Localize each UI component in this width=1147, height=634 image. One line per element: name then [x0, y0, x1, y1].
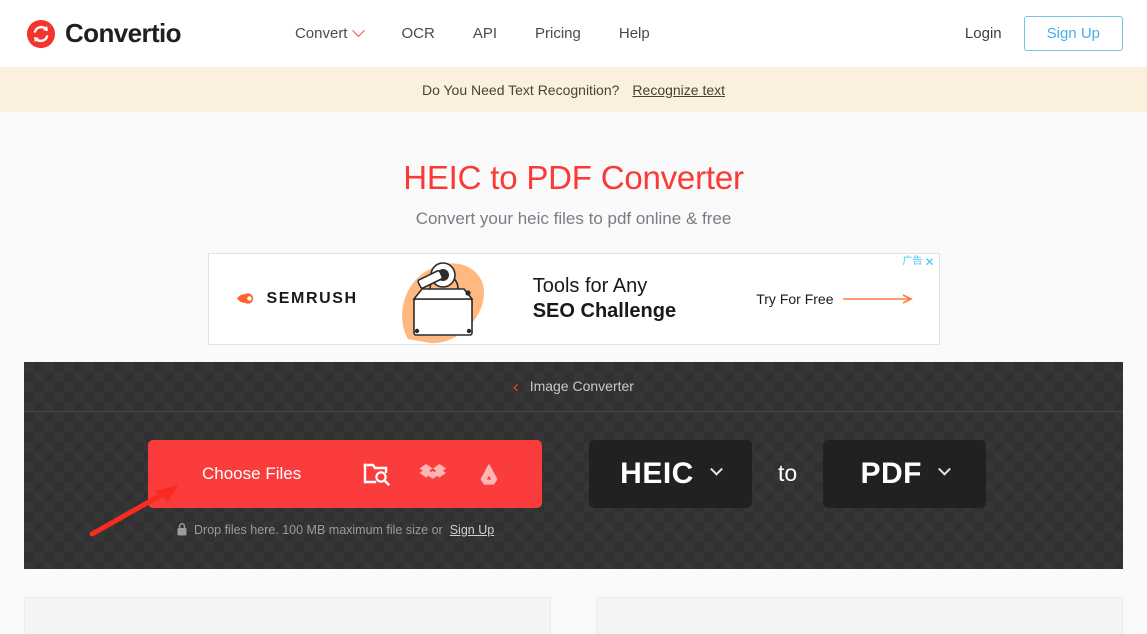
ad-cta-label: Try For Free: [756, 290, 834, 307]
ad-cta[interactable]: Try For Free: [756, 291, 914, 307]
source-format-select[interactable]: HEIC: [589, 439, 752, 508]
folder-search-icon[interactable]: [363, 462, 391, 486]
advertisement-container: 广告 ✕ SEMRUSH Tools for Any SEO Challenge…: [0, 252, 1147, 345]
file-source-icons: [363, 462, 503, 486]
ad-disclosure-label: 广告: [902, 255, 923, 267]
breadcrumb-image-converter[interactable]: Image Converter: [530, 378, 634, 394]
ocr-banner-text: Do You Need Text Recognition?: [421, 81, 620, 98]
source-format-value: HEIC: [620, 456, 694, 490]
chevron-down-icon: [938, 462, 951, 476]
ad-headline-line2: SEO Challenge: [532, 299, 677, 322]
nav-item-ocr[interactable]: OCR: [382, 17, 453, 50]
chevron-down-icon: [709, 462, 723, 476]
google-drive-icon[interactable]: [475, 462, 503, 486]
format-separator: to: [778, 460, 798, 487]
nav-item-help[interactable]: Help: [600, 17, 669, 50]
ad-headline-line1: Tools for Any: [532, 275, 648, 298]
drop-zone-text: Drop files here. 100 MB maximum file siz…: [194, 522, 443, 537]
file-input-column: Choose Files Drop files here. 100 MB max…: [89, 439, 542, 537]
nav-item-ocr-label: OCR: [401, 25, 435, 42]
semrush-ad[interactable]: 广告 ✕ SEMRUSH Tools for Any SEO Challenge…: [207, 252, 940, 345]
choose-files-label: Choose Files: [202, 463, 302, 483]
nav-item-pricing[interactable]: Pricing: [516, 17, 600, 50]
chevron-left-icon[interactable]: ‹: [513, 378, 519, 395]
converter-panel: ‹ Image Converter Choose Files Drop file…: [24, 361, 1123, 569]
chevron-down-icon: [352, 24, 366, 38]
close-icon[interactable]: ✕: [924, 256, 934, 268]
drop-zone-hint: Drop files here. 100 MB maximum file siz…: [148, 523, 542, 537]
ad-disclosure[interactable]: 广告 ✕: [902, 256, 934, 268]
nav-item-convert[interactable]: Convert: [276, 17, 383, 50]
semrush-flame-icon: [236, 293, 253, 304]
arrow-right-icon: [842, 293, 913, 304]
page-title: HEIC to PDF Converter: [403, 159, 744, 196]
page-subtitle: Convert your heic files to pdf online & …: [415, 208, 732, 228]
content-card-right: [596, 596, 1123, 634]
breadcrumb: ‹ Image Converter: [24, 362, 1123, 412]
target-format-select[interactable]: PDF: [823, 439, 987, 508]
nav-item-convert-label: Convert: [294, 25, 348, 42]
ad-illustration: [378, 254, 503, 344]
content-card-left: [24, 596, 551, 634]
login-link[interactable]: Login: [965, 25, 1002, 42]
converter-controls: Choose Files Drop files here. 100 MB max…: [24, 412, 1123, 537]
convertio-logo-icon: [26, 19, 56, 48]
brand-name: Convertio: [65, 18, 182, 48]
nav-item-help-label: Help: [618, 25, 650, 42]
semrush-wordmark: SEMRUSH: [266, 289, 358, 307]
target-format-value: PDF: [860, 456, 922, 490]
hero-section: HEIC to PDF Converter Convert your heic …: [0, 112, 1147, 229]
brand-logo[interactable]: Convertio: [26, 18, 182, 49]
toolbox-illustration-icon: [401, 261, 484, 343]
choose-files-button[interactable]: Choose Files: [148, 439, 542, 508]
ocr-promo-banner: Do You Need Text Recognition? Recognize …: [0, 67, 1147, 112]
signup-button[interactable]: Sign Up: [1023, 15, 1123, 52]
content-cards-row: [0, 596, 1147, 634]
main-navigation: Convert OCR API Pricing Help: [276, 17, 669, 50]
ad-headline: Tools for Any SEO Challenge: [533, 274, 676, 323]
dropbox-icon[interactable]: [419, 462, 447, 486]
drop-zone-signup-link[interactable]: Sign Up: [450, 523, 494, 537]
format-selectors: HEIC to PDF: [589, 439, 987, 508]
nav-item-api[interactable]: API: [454, 17, 516, 50]
recognize-text-link[interactable]: Recognize text: [632, 82, 725, 98]
nav-item-pricing-label: Pricing: [535, 25, 581, 42]
header-actions: Login Sign Up: [965, 15, 1123, 52]
site-header: Convertio Convert OCR API Pricing Help L…: [0, 0, 1147, 67]
lock-icon: [177, 523, 187, 536]
semrush-logo: SEMRUSH: [236, 290, 358, 308]
nav-item-api-label: API: [472, 25, 498, 42]
